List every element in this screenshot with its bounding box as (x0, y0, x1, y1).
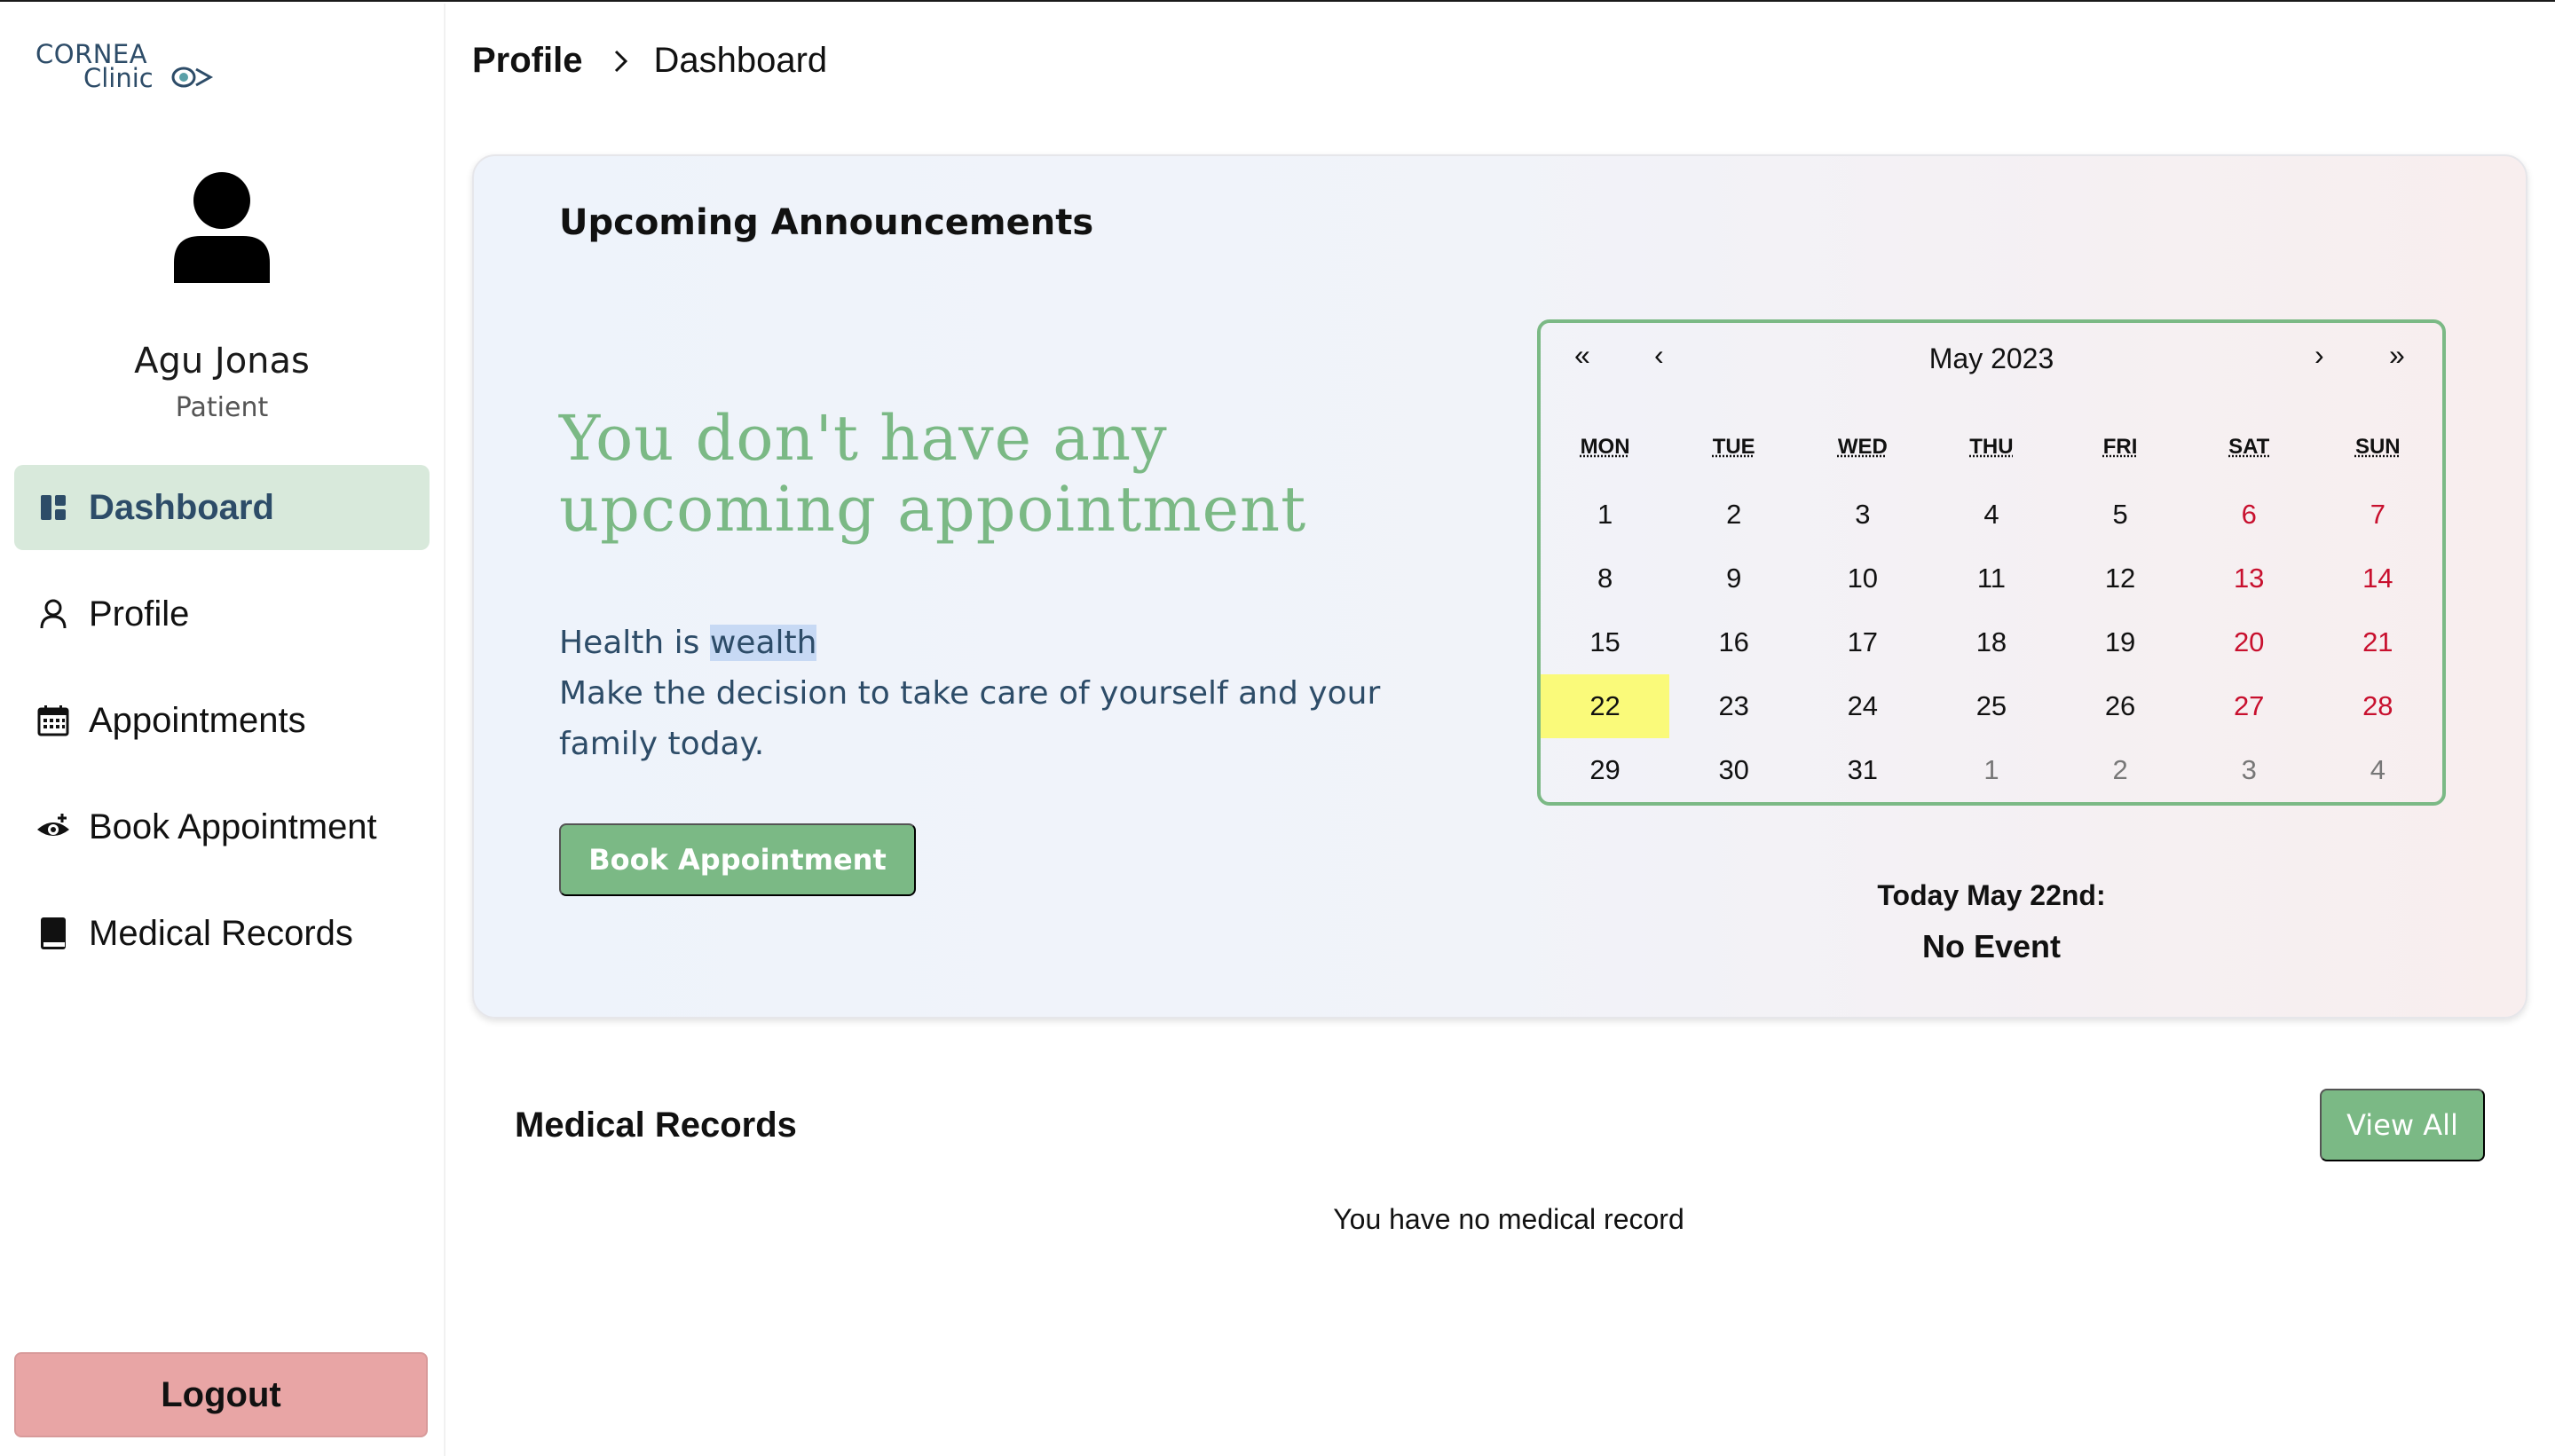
sidebar-item-label: Book Appointment (89, 807, 377, 846)
calendar-day[interactable]: 2 (1669, 483, 1798, 547)
calendar-day[interactable]: 2 (2056, 738, 2185, 802)
sidebar-item-dashboard[interactable]: Dashboard (14, 465, 430, 550)
calendar-grid: MON TUE WED THU FRI SAT SUN 1 2 3 4 5 6 7 8 9 10 11 12 13 14… (1541, 429, 2442, 802)
calendar: « ‹ May 2023 › » MON TUE WED THU FRI SAT SUN 1 2… (1537, 319, 2446, 806)
user-role: Patient (175, 392, 269, 423)
calendar-day[interactable]: 15 (1541, 610, 1669, 674)
calendar-day[interactable]: 22 (1541, 674, 1670, 738)
sidebar-item-profile[interactable]: Profile (14, 571, 430, 657)
medical-records-title: Medical Records (515, 1106, 797, 1145)
weekday-label: MON (1580, 435, 1630, 459)
avatar-icon (174, 172, 270, 283)
sidebar-item-label: Dashboard (89, 487, 274, 527)
breadcrumb: Profile Dashboard (472, 41, 827, 81)
weekday-label: THU (1969, 435, 2014, 459)
eye-logo-icon (171, 67, 214, 88)
calendar-day[interactable]: 6 (2185, 483, 2314, 547)
calendar-day[interactable]: 4 (1927, 483, 2055, 547)
calendar-day[interactable]: 24 (1798, 674, 1927, 738)
calendar-day[interactable]: 28 (2314, 674, 2442, 738)
calendar-month-label[interactable]: May 2023 (1541, 342, 2442, 375)
calendar-week-row: 15 16 17 18 19 20 21 (1541, 610, 2442, 674)
calendar-day[interactable]: 25 (1927, 674, 2055, 738)
calendar-week-row: 1234567 (1541, 483, 2442, 547)
calendar-day[interactable]: 26 (2056, 674, 2185, 738)
logout-button[interactable]: Logout (14, 1352, 428, 1437)
book-appointment-button[interactable]: Book Appointment (559, 823, 916, 896)
sidebar-item-book-appointment[interactable]: Book Appointment (14, 784, 430, 870)
weekday-label: FRI (2102, 435, 2138, 459)
book-icon (35, 916, 71, 951)
health-quote: Health is wealth Make the decision to ta… (559, 618, 1482, 769)
sidebar-item-appointments[interactable]: Appointments (14, 678, 430, 763)
clinic-logo[interactable]: CORNEA Clinic (35, 39, 222, 101)
calendar-day[interactable]: 29 (1541, 738, 1669, 802)
logo-line2: Clinic (83, 63, 154, 93)
announcements-panel: Upcoming Announcements You don't have an… (472, 154, 2527, 1019)
next-month-button[interactable]: › (2314, 339, 2324, 372)
calendar-day[interactable]: 30 (1669, 738, 1798, 802)
today-event: No Event (1921, 928, 2062, 964)
calendar-day[interactable]: 13 (2185, 547, 2314, 610)
dashboard-icon (35, 490, 71, 525)
breadcrumb-current: Dashboard (653, 41, 828, 80)
calendar-day[interactable]: 5 (2056, 483, 2185, 547)
calendar-day[interactable]: 10 (1798, 547, 1927, 610)
quote-highlight: wealth (709, 625, 817, 661)
user-icon (35, 596, 71, 632)
calendar-week-row: 29 30 31 1 2 3 4 (1541, 738, 2442, 802)
calendar-day[interactable]: 21 (2314, 610, 2442, 674)
sidebar-item-label: Medical Records (89, 913, 353, 953)
weekday-label: SAT (2228, 435, 2270, 459)
calendar-day[interactable]: 11 (1927, 547, 2055, 610)
calendar-icon (35, 703, 71, 738)
sidebar-item-label: Appointments (89, 700, 306, 740)
calendar-day[interactable]: 3 (2185, 738, 2314, 802)
sidebar-item-medical-records[interactable]: Medical Records (14, 891, 430, 976)
calendar-day[interactable]: 8 (1541, 547, 1669, 610)
weekday-label: TUE (1712, 435, 1755, 459)
calendar-day[interactable]: 9 (1669, 547, 1798, 610)
calendar-day[interactable]: 1 (1927, 738, 2055, 802)
calendar-day[interactable]: 19 (2056, 610, 2185, 674)
sidebar-nav: Dashboard Profile Appointments Book Appo… (14, 465, 430, 997)
calendar-day[interactable]: 14 (2314, 547, 2442, 610)
calendar-day[interactable]: 17 (1798, 610, 1927, 674)
empty-records-message: You have no medical record (1333, 1203, 1684, 1235)
breadcrumb-profile-link[interactable]: Profile (472, 41, 582, 81)
sidebar-item-label: Profile (89, 594, 190, 634)
calendar-header: « ‹ May 2023 › » (1541, 323, 2442, 396)
user-name: Agu Jonas (134, 341, 310, 382)
calendar-day[interactable]: 16 (1669, 610, 1798, 674)
calendar-day[interactable]: 7 (2314, 483, 2442, 547)
calendar-day[interactable]: 3 (1798, 483, 1927, 547)
today-date-label: Today May 22nd: (1877, 879, 2106, 911)
quote-line2: Make the decision to take care of yourse… (559, 675, 1381, 762)
weekday-label: WED (1837, 435, 1888, 459)
calendar-day[interactable]: 27 (2185, 674, 2314, 738)
calendar-day[interactable]: 4 (2314, 738, 2442, 802)
calendar-day[interactable]: 1 (1541, 483, 1669, 547)
calendar-day[interactable]: 18 (1927, 610, 2055, 674)
calendar-day[interactable]: 23 (1669, 674, 1798, 738)
announcements-title: Upcoming Announcements (559, 202, 1094, 243)
chevron-right-icon (612, 49, 630, 74)
calendar-day[interactable]: 31 (1798, 738, 1927, 802)
calendar-day[interactable]: 20 (2185, 610, 2314, 674)
eye-add-icon (35, 809, 71, 845)
calendar-week-row: 8 9 10 11 12 13 14 (1541, 547, 2442, 610)
calendar-week-row: 22 23 24 25 26 27 28 (1541, 674, 2442, 738)
no-appointment-headline: You don't have any upcoming appointment (559, 402, 1307, 546)
calendar-day[interactable]: 12 (2056, 547, 2185, 610)
quote-prefix: Health is (559, 625, 710, 661)
sidebar: CORNEA Clinic Agu Jonas Patient Dashboar… (0, 4, 446, 1456)
view-all-button[interactable]: View All (2320, 1089, 2485, 1161)
next-year-button[interactable]: » (2389, 339, 2405, 372)
weekday-label: SUN (2354, 435, 2401, 459)
weekday-header-row: MON TUE WED THU FRI SAT SUN (1541, 429, 2442, 465)
